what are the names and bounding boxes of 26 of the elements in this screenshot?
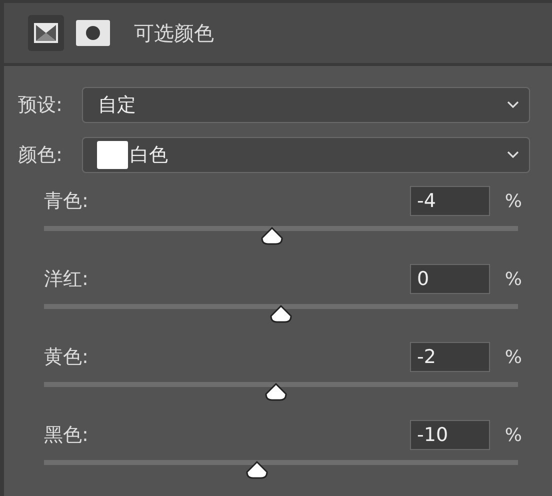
- unit-label: %: [504, 424, 522, 446]
- preset-dropdown[interactable]: 自定: [82, 87, 530, 123]
- color-dropdown[interactable]: 白色: [82, 137, 530, 173]
- slider-thumb[interactable]: [270, 305, 292, 323]
- slider-label: 洋红:: [44, 267, 90, 292]
- slider-label: 黄色:: [44, 345, 90, 370]
- slider-thumb[interactable]: [246, 461, 268, 479]
- chevron-icon: [507, 151, 519, 159]
- slider-thumb[interactable]: [265, 383, 288, 401]
- adjustment-icon[interactable]: [28, 15, 64, 51]
- value-input[interactable]: -10: [410, 420, 490, 450]
- unit-label: %: [504, 268, 522, 290]
- field-label: 颜色:: [18, 143, 64, 168]
- unit-label: %: [504, 346, 522, 368]
- slider-label: 黑色:: [44, 423, 90, 448]
- panel-title: 可选颜色: [134, 20, 214, 46]
- chevron-icon: [507, 101, 519, 109]
- slider-thumb[interactable]: [260, 227, 283, 245]
- value-input[interactable]: -4: [410, 186, 490, 216]
- mask-icon[interactable]: [76, 20, 110, 46]
- field-label: 预设:: [18, 93, 64, 118]
- slider-label: 青色:: [44, 189, 90, 214]
- value-input[interactable]: 0: [410, 264, 490, 294]
- value-input[interactable]: -2: [410, 342, 490, 372]
- color-swatch: [97, 141, 128, 169]
- unit-label: %: [504, 190, 522, 212]
